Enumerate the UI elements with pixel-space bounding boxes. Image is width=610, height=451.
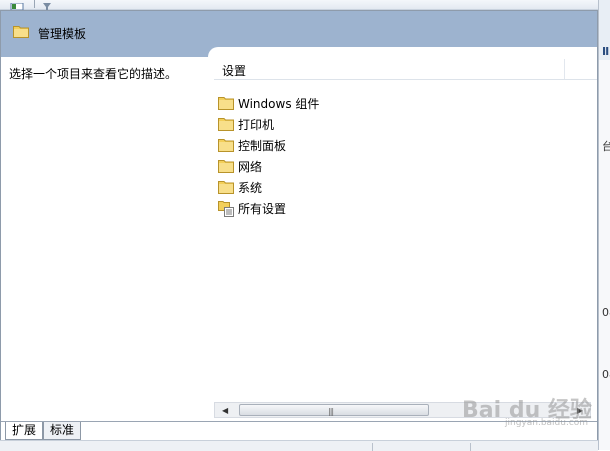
toolbar (0, 0, 598, 11)
strip-text-4: 08 (602, 368, 610, 381)
toolbar-separator (34, 0, 35, 8)
description-pane: 选择一个项目来查看它的描述。 (1, 57, 208, 409)
background-window-edge: Ⅱ 台 08 08 (598, 0, 610, 450)
folder-icon (218, 180, 234, 194)
watermark-url: jingyan.baidu.com (505, 418, 589, 428)
page-title: 管理模板 (38, 27, 87, 41)
folder-icon (218, 117, 234, 131)
show-hide-icon[interactable] (10, 0, 24, 11)
list-item-label: 网络 (238, 160, 263, 174)
list-item-label: Windows 组件 (238, 97, 320, 111)
list-item-label: 控制面板 (238, 139, 287, 153)
all-settings-icon (218, 201, 234, 217)
status-bar (0, 440, 598, 451)
folder-icon (13, 24, 29, 41)
strip-text-1: Ⅱ (602, 45, 610, 58)
folder-icon (218, 138, 234, 152)
folder-icon (218, 159, 234, 173)
scrollbar-thumb[interactable]: ||| (239, 404, 429, 416)
strip-text-2: 台 (602, 138, 610, 154)
list-item-label: 系统 (238, 181, 263, 195)
tab-expanded[interactable]: 扩展 (5, 422, 44, 440)
column-divider[interactable] (564, 59, 565, 79)
settings-list-pane: 设置 Windows 组件 打印机 控制面板 网络 系统 所有设置 ◀ ||| … (208, 47, 597, 418)
details-pane: 管理模板 选择一个项目来查看它的描述。 设置 Windows 组件 打印机 控制… (0, 10, 598, 440)
scroll-left-icon[interactable]: ◀ (222, 406, 228, 415)
description-text: 选择一个项目来查看它的描述。 (9, 67, 178, 81)
tab-standard[interactable]: 标准 (43, 422, 82, 440)
filter-icon[interactable] (42, 0, 52, 11)
grip-icon: ||| (328, 407, 334, 416)
column-header-label: 设置 (222, 64, 247, 78)
column-header-settings[interactable]: 设置 (214, 59, 597, 80)
strip-text-3: 08 (602, 306, 610, 319)
list-item-label: 打印机 (238, 118, 275, 132)
folder-icon (218, 96, 234, 110)
list-item-label: 所有设置 (238, 202, 287, 216)
